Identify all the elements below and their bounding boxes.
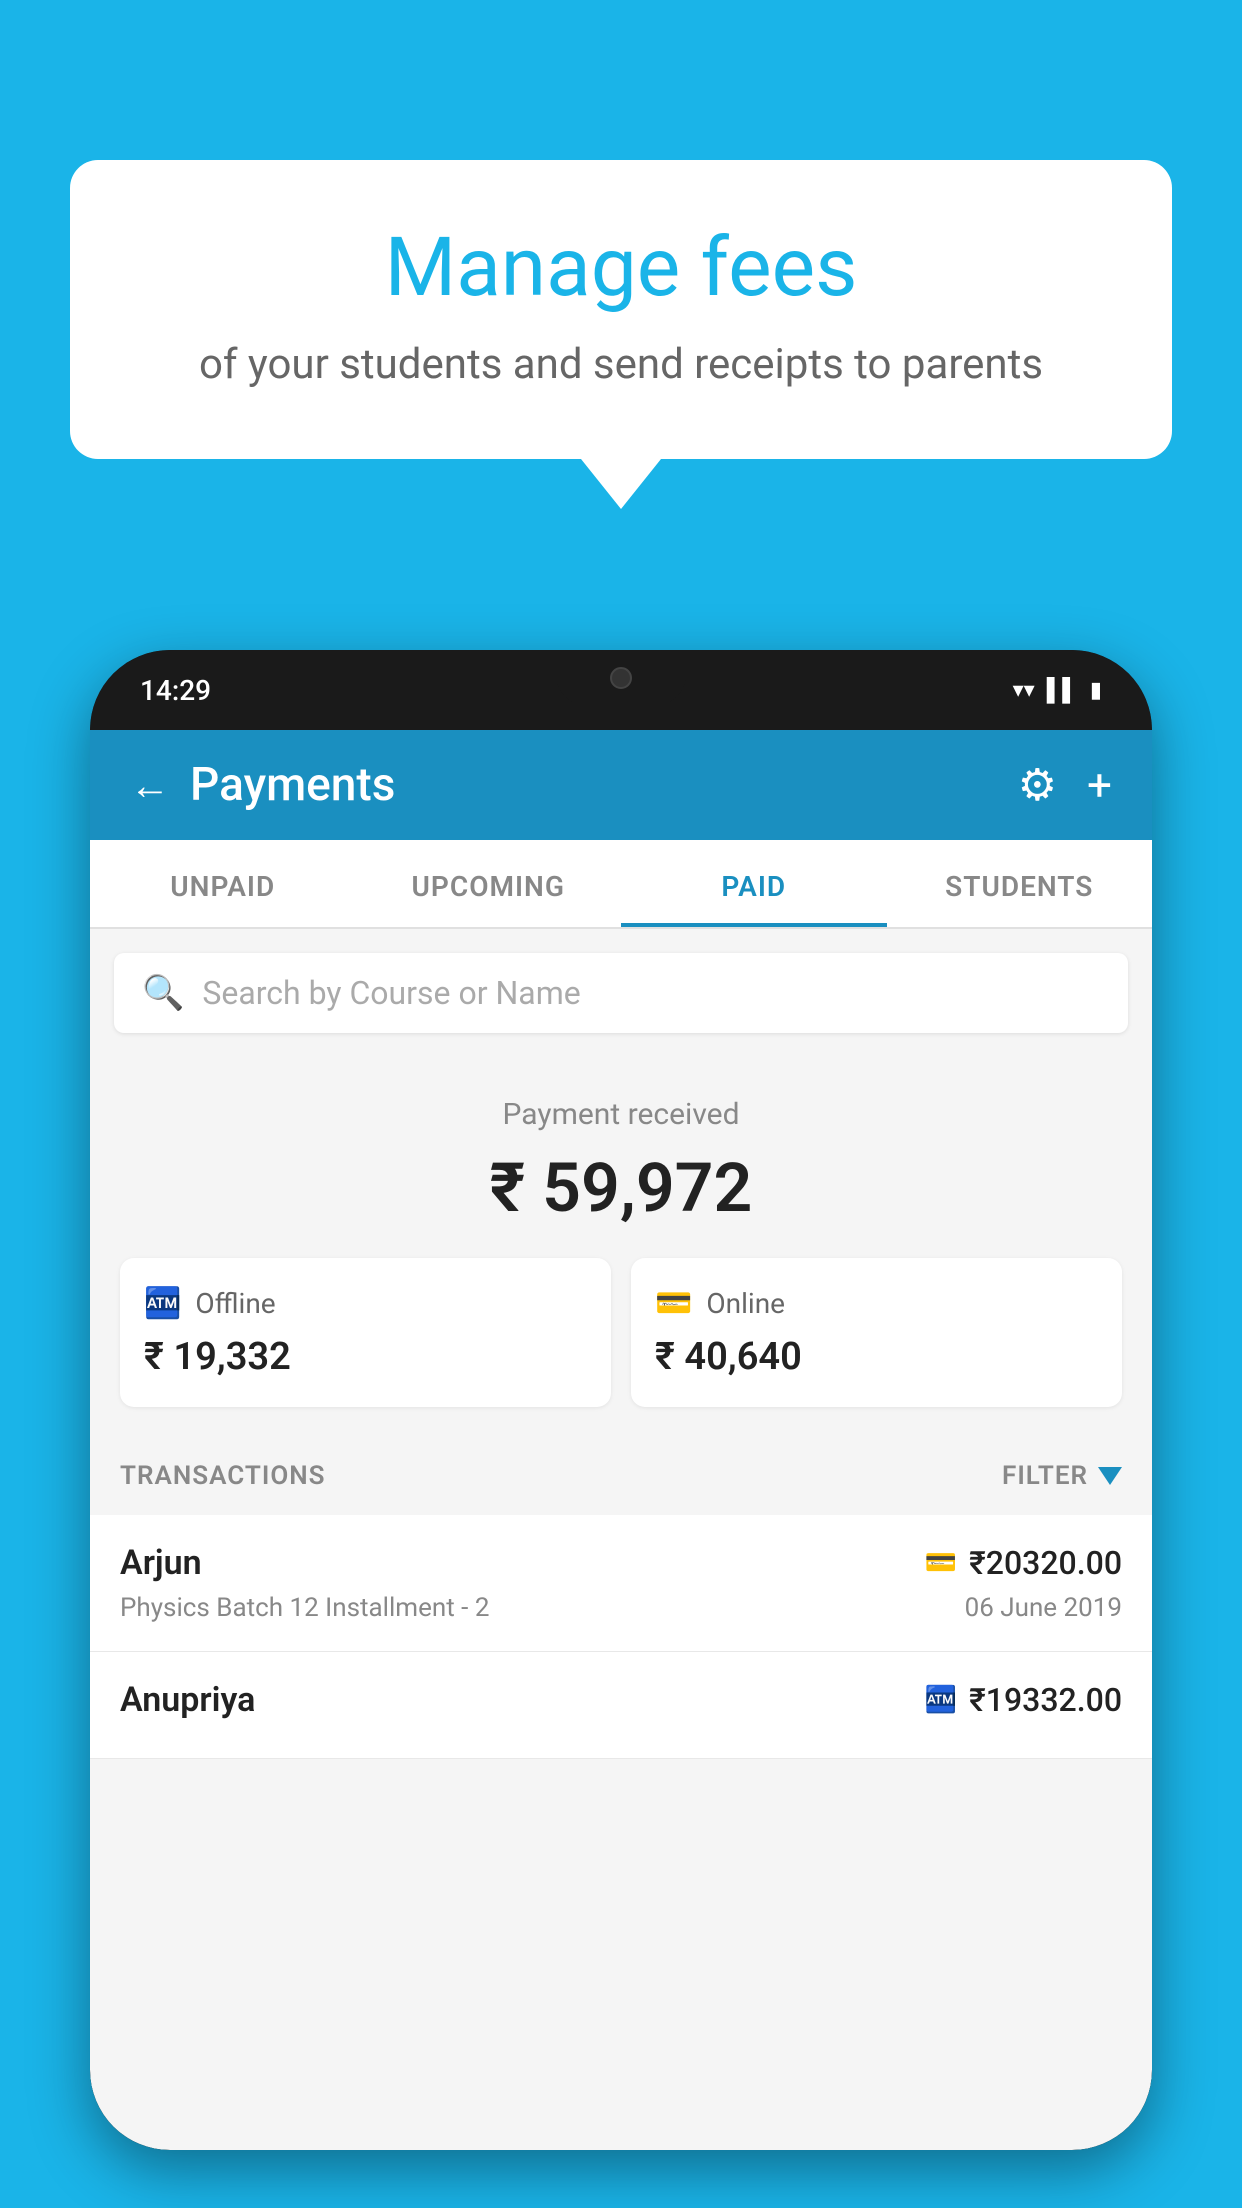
tab-students[interactable]: STUDENTS [887,840,1153,927]
payment-total-amount: ₹ 59,972 [120,1148,1122,1228]
add-icon[interactable]: + [1087,759,1112,811]
battery-icon: ▮ [1090,678,1102,703]
settings-icon[interactable]: ⚙ [1018,759,1057,811]
transaction-amount-wrap: 💳 ₹20320.00 [925,1544,1122,1582]
phone-notch [556,650,686,705]
payment-type-icon: 💳 [925,1548,957,1578]
filter-button[interactable]: FILTER [1002,1461,1122,1491]
online-label: Online [706,1287,785,1320]
signal-icon: ▌▌ [1047,677,1078,703]
payment-type-icon: 🏧 [925,1685,957,1715]
transaction-course: Physics Batch 12 Installment - 2 [120,1593,489,1623]
app-header: ← Payments ⚙ + [90,730,1152,840]
front-camera [610,667,632,689]
transaction-name: Arjun [120,1543,202,1583]
transaction-name: Anupriya [120,1680,255,1720]
transaction-row-top: Anupriya 🏧 ₹19332.00 [120,1680,1122,1720]
online-amount: ₹ 40,640 [655,1335,1098,1379]
table-row[interactable]: Anupriya 🏧 ₹19332.00 [90,1652,1152,1759]
app-content: ← Payments ⚙ + UNPAID UPCOMING PAID STUD… [90,730,1152,2150]
payment-cards: 🏧 Offline ₹ 19,332 💳 Online ₹ 40,640 [120,1258,1122,1407]
header-right: ⚙ + [1018,759,1112,811]
header-left: ← Payments [130,758,395,812]
back-arrow-icon[interactable]: ← [130,762,170,809]
search-input[interactable]: Search by Course or Name [202,974,580,1012]
offline-amount: ₹ 19,332 [144,1335,587,1379]
payment-summary: Payment received ₹ 59,972 🏧 Offline ₹ 19… [90,1057,1152,1437]
transaction-list: Arjun 💳 ₹20320.00 Physics Batch 12 Insta… [90,1515,1152,1759]
page-title: Payments [190,758,395,812]
offline-payment-card: 🏧 Offline ₹ 19,332 [120,1258,611,1407]
status-bar: 14:29 ▾▾ ▌▌ ▮ [90,650,1152,730]
online-card-header: 💳 Online [655,1286,1098,1321]
transaction-date: 06 June 2019 [965,1593,1122,1623]
transaction-amount-wrap: 🏧 ₹19332.00 [925,1681,1122,1719]
filter-label: FILTER [1002,1461,1088,1491]
online-payment-card: 💳 Online ₹ 40,640 [631,1258,1122,1407]
wifi-icon: ▾▾ [1013,678,1035,703]
tab-unpaid[interactable]: UNPAID [90,840,356,927]
phone-container: 14:29 ▾▾ ▌▌ ▮ ← Payments ⚙ + [90,650,1152,2208]
offline-label: Offline [195,1287,275,1320]
filter-icon [1098,1467,1122,1485]
speech-bubble-arrow [581,459,661,509]
phone: 14:29 ▾▾ ▌▌ ▮ ← Payments ⚙ + [90,650,1152,2150]
status-time: 14:29 [140,674,211,707]
payment-received-label: Payment received [120,1097,1122,1132]
speech-bubble: Manage fees of your students and send re… [70,160,1172,459]
transaction-row-bottom: Physics Batch 12 Installment - 2 06 June… [120,1593,1122,1623]
online-icon: 💳 [655,1286,692,1321]
transactions-header: TRANSACTIONS FILTER [90,1437,1152,1515]
status-icons: ▾▾ ▌▌ ▮ [1013,677,1102,703]
speech-bubble-container: Manage fees of your students and send re… [70,160,1172,509]
offline-icon: 🏧 [144,1286,181,1321]
tabs-bar: UNPAID UPCOMING PAID STUDENTS [90,840,1152,929]
table-row[interactable]: Arjun 💳 ₹20320.00 Physics Batch 12 Insta… [90,1515,1152,1652]
speech-bubble-subtitle: of your students and send receipts to pa… [150,340,1092,389]
transaction-amount: ₹20320.00 [969,1544,1122,1582]
transactions-label: TRANSACTIONS [120,1461,326,1491]
tab-paid[interactable]: PAID [621,840,887,927]
search-container: 🔍 Search by Course or Name [90,929,1152,1057]
speech-bubble-title: Manage fees [150,220,1092,316]
search-icon: 🔍 [142,973,184,1013]
transaction-row-top: Arjun 💳 ₹20320.00 [120,1543,1122,1583]
tab-upcoming[interactable]: UPCOMING [356,840,622,927]
search-bar[interactable]: 🔍 Search by Course or Name [114,953,1128,1033]
offline-card-header: 🏧 Offline [144,1286,587,1321]
transaction-amount: ₹19332.00 [969,1681,1122,1719]
